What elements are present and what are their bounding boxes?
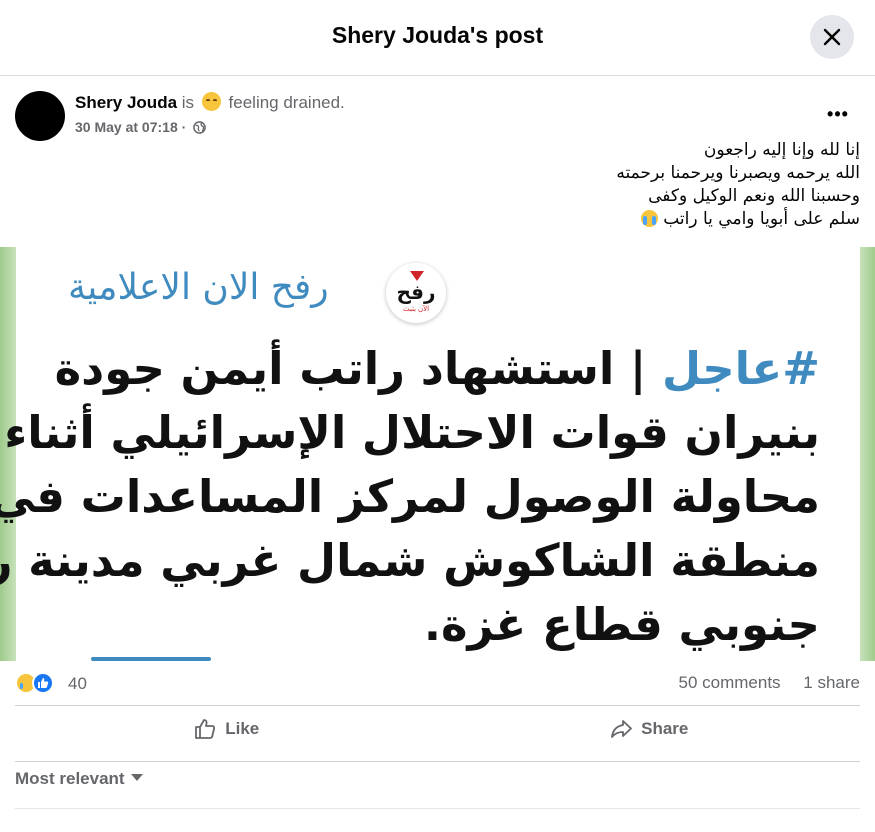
crying-face-icon xyxy=(640,210,658,227)
headline-text: محاولة الوصول لمركز المساعدات في xyxy=(0,470,820,523)
image-border-right xyxy=(860,247,875,661)
author-line: Shery Jouda is feeling drained. xyxy=(75,92,345,113)
avatar[interactable] xyxy=(15,91,65,141)
headline-text: جنوبي قطاع غزة. xyxy=(423,598,820,651)
post-text-line-4: سلم على أبويا وامي يا راتب xyxy=(616,208,860,231)
headline-text: استشهاد راتب أيمن جودة xyxy=(54,342,615,395)
shares-count-link[interactable]: 1 share xyxy=(803,673,860,692)
post-text-line: إنا لله وإنا إليه راجعون xyxy=(703,140,860,160)
reaction-count: 40 xyxy=(68,674,87,693)
sort-label: Most relevant xyxy=(15,769,125,788)
headline-line-1: #عاجل | استشهاد راتب أيمن جودة xyxy=(54,342,820,395)
logo-text: رفح xyxy=(396,280,436,304)
image-accent-bar xyxy=(91,657,211,661)
comment-sort-dropdown[interactable]: Most relevant xyxy=(15,769,143,789)
close-icon xyxy=(823,28,841,46)
dialog-header: Shery Jouda's post xyxy=(0,0,875,76)
headline-text: بنيران قوات الاحتلال الإسرائيلي أثناء xyxy=(4,406,820,459)
action-bar: Like Share xyxy=(15,706,860,752)
post-stats: 50 comments 1 share xyxy=(679,673,860,693)
like-label: Like xyxy=(225,719,260,738)
brand-name: رفح الان الاعلامية xyxy=(68,267,329,308)
is-text: is xyxy=(181,93,195,112)
feeling-text: feeling drained. xyxy=(228,93,345,112)
post-text-line: وحسبنا الله ونعم الوكيل وكفى xyxy=(648,186,860,206)
divider xyxy=(15,761,860,762)
share-icon xyxy=(611,720,633,738)
share-label: Share xyxy=(641,719,689,738)
post-text: إنا لله وإنا إليه راجعون الله يرحمه ويصب… xyxy=(616,139,860,231)
post-text-line: سلم على أبويا وامي يا راتب xyxy=(663,209,860,229)
news-headline: #عاجل | استشهاد راتب أيمن جودة بنيران قو… xyxy=(0,337,820,657)
like-reaction-icon xyxy=(32,672,54,694)
post-text-line: الله يرحمه ويصبرنا ويرحمنا برحمته xyxy=(616,163,860,183)
author-name[interactable]: Shery Jouda xyxy=(75,93,177,112)
divider xyxy=(15,808,860,809)
meta-separator: · xyxy=(181,119,187,135)
more-options-button[interactable]: ••• xyxy=(826,104,850,124)
news-card: رفح الان الاعلامية رفح الآن بثبث #عاجل |… xyxy=(0,247,860,661)
dialog-title: Shery Jouda's post xyxy=(331,22,544,48)
post-meta: 30 May at 07:18 · xyxy=(75,119,207,135)
like-icon xyxy=(195,719,216,739)
post-timestamp[interactable]: 30 May at 07:18 xyxy=(75,119,178,135)
share-button[interactable]: Share xyxy=(438,706,861,752)
globe-icon[interactable] xyxy=(193,121,207,134)
close-button[interactable] xyxy=(810,15,854,59)
brand-logo: رفح الآن بثبث xyxy=(386,263,446,323)
caret-down-icon xyxy=(130,774,143,781)
like-button[interactable]: Like xyxy=(15,706,438,752)
headline-text: منطقة الشاكوش شمال غربي مدينة رفح xyxy=(0,534,820,587)
headline-tag: #عاجل xyxy=(662,342,820,395)
pensive-face-icon xyxy=(201,92,221,111)
post-image[interactable]: رفح الان الاعلامية رفح الآن بثبث #عاجل |… xyxy=(0,247,875,661)
comments-count-link[interactable]: 50 comments xyxy=(679,673,781,692)
logo-subtext: الآن بثبث xyxy=(402,306,430,313)
